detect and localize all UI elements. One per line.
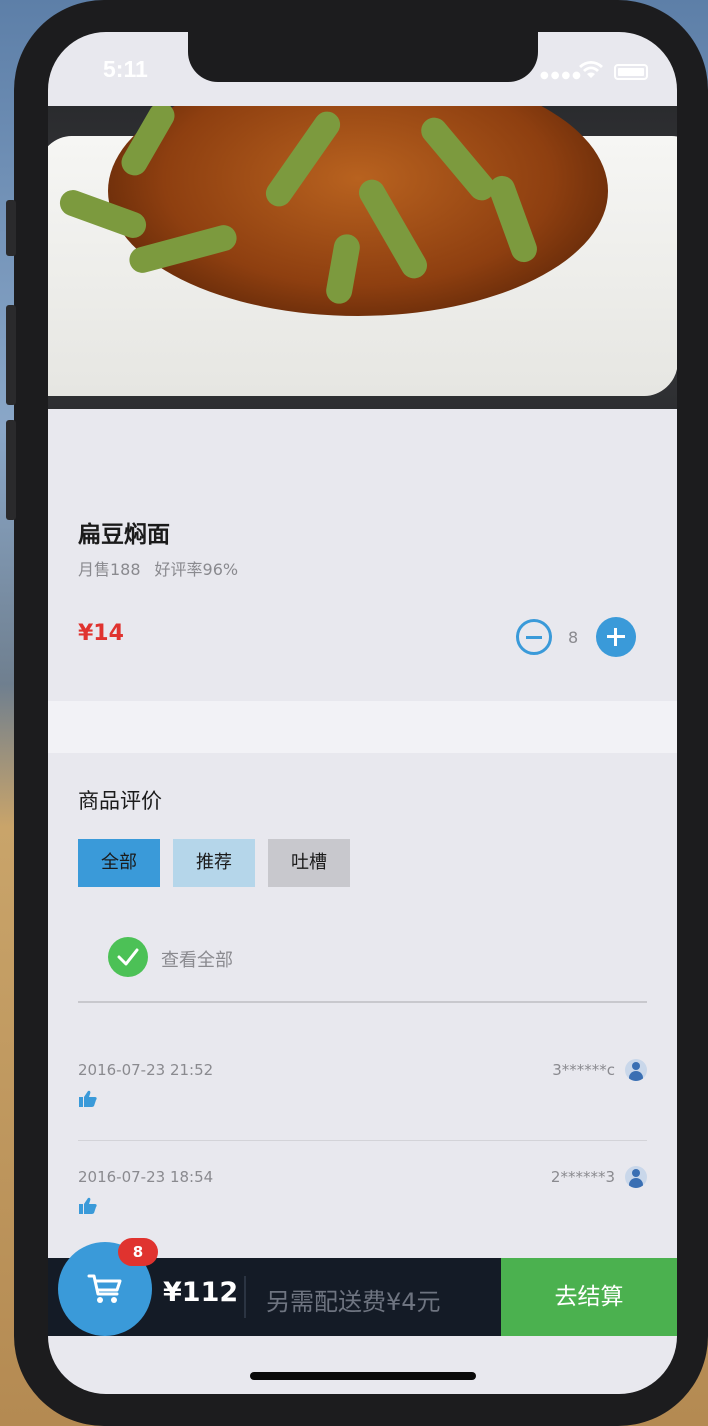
cart-total: ¥112	[163, 1277, 239, 1308]
product-stats: 月售188 好评率96%	[78, 556, 238, 580]
product-price: ¥14	[78, 621, 124, 646]
section-gap	[48, 701, 677, 753]
review-user: 3******c	[552, 1061, 615, 1079]
checkout-button[interactable]: 去结算	[501, 1258, 677, 1336]
rating: 好评率96%	[154, 560, 239, 579]
tab-complain[interactable]: 吐槽	[268, 839, 350, 887]
review-time: 2016-07-23 21:52	[78, 1061, 214, 1079]
increase-quantity-button[interactable]	[596, 617, 636, 657]
app-screen: 5:11 ●●●● 扁豆焖面 月售188 好评率96% ¥14 8 商品评价 全…	[48, 32, 677, 1394]
notch	[188, 32, 538, 82]
review-user: 2******3	[550, 1168, 615, 1186]
avatar	[625, 1166, 647, 1188]
product-photo	[48, 106, 677, 409]
status-bar: 5:11 ●●●●	[48, 32, 677, 106]
status-time: 5:11	[103, 56, 148, 82]
cart-separator	[244, 1276, 246, 1318]
product-info-card: 扁豆焖面 月售188 好评率96% ¥14 8	[48, 409, 677, 701]
battery-icon	[614, 64, 648, 80]
signal-icon: ●●●●	[540, 70, 583, 81]
wifi-icon	[579, 61, 603, 78]
reviews-section: 商品评价 全部 推荐 吐槽 查看全部 2016-07-23 21:52 3***…	[48, 753, 677, 1273]
review-time: 2016-07-23 18:54	[78, 1168, 214, 1186]
silent-switch	[6, 200, 16, 256]
tab-all[interactable]: 全部	[78, 839, 160, 887]
thumb-up-icon	[79, 1197, 97, 1214]
home-indicator	[250, 1372, 476, 1380]
cart-count-badge: 8	[118, 1238, 158, 1266]
reviews-title: 商品评价	[78, 789, 162, 813]
thumb-up-icon	[79, 1090, 97, 1107]
monthly-sales: 月售188	[78, 560, 141, 579]
tab-recommend[interactable]: 推荐	[173, 839, 255, 887]
delivery-fee-note: 另需配送费¥4元	[266, 1288, 441, 1316]
volume-down-button	[6, 420, 16, 520]
row-divider	[78, 1140, 647, 1141]
review-item: 2016-07-23 21:52 3******c	[78, 1059, 647, 1161]
review-item: 2016-07-23 18:54 2******3	[78, 1166, 647, 1268]
quantity-value: 8	[568, 628, 579, 647]
avatar	[625, 1059, 647, 1081]
view-all-checkbox[interactable]	[108, 937, 148, 977]
volume-up-button	[6, 305, 16, 405]
product-name: 扁豆焖面	[78, 522, 170, 548]
decrease-quantity-button[interactable]	[516, 619, 552, 655]
shopping-cart-icon	[87, 1274, 122, 1303]
check-icon	[117, 948, 139, 966]
divider	[78, 1001, 647, 1003]
view-all-label[interactable]: 查看全部	[161, 946, 233, 972]
